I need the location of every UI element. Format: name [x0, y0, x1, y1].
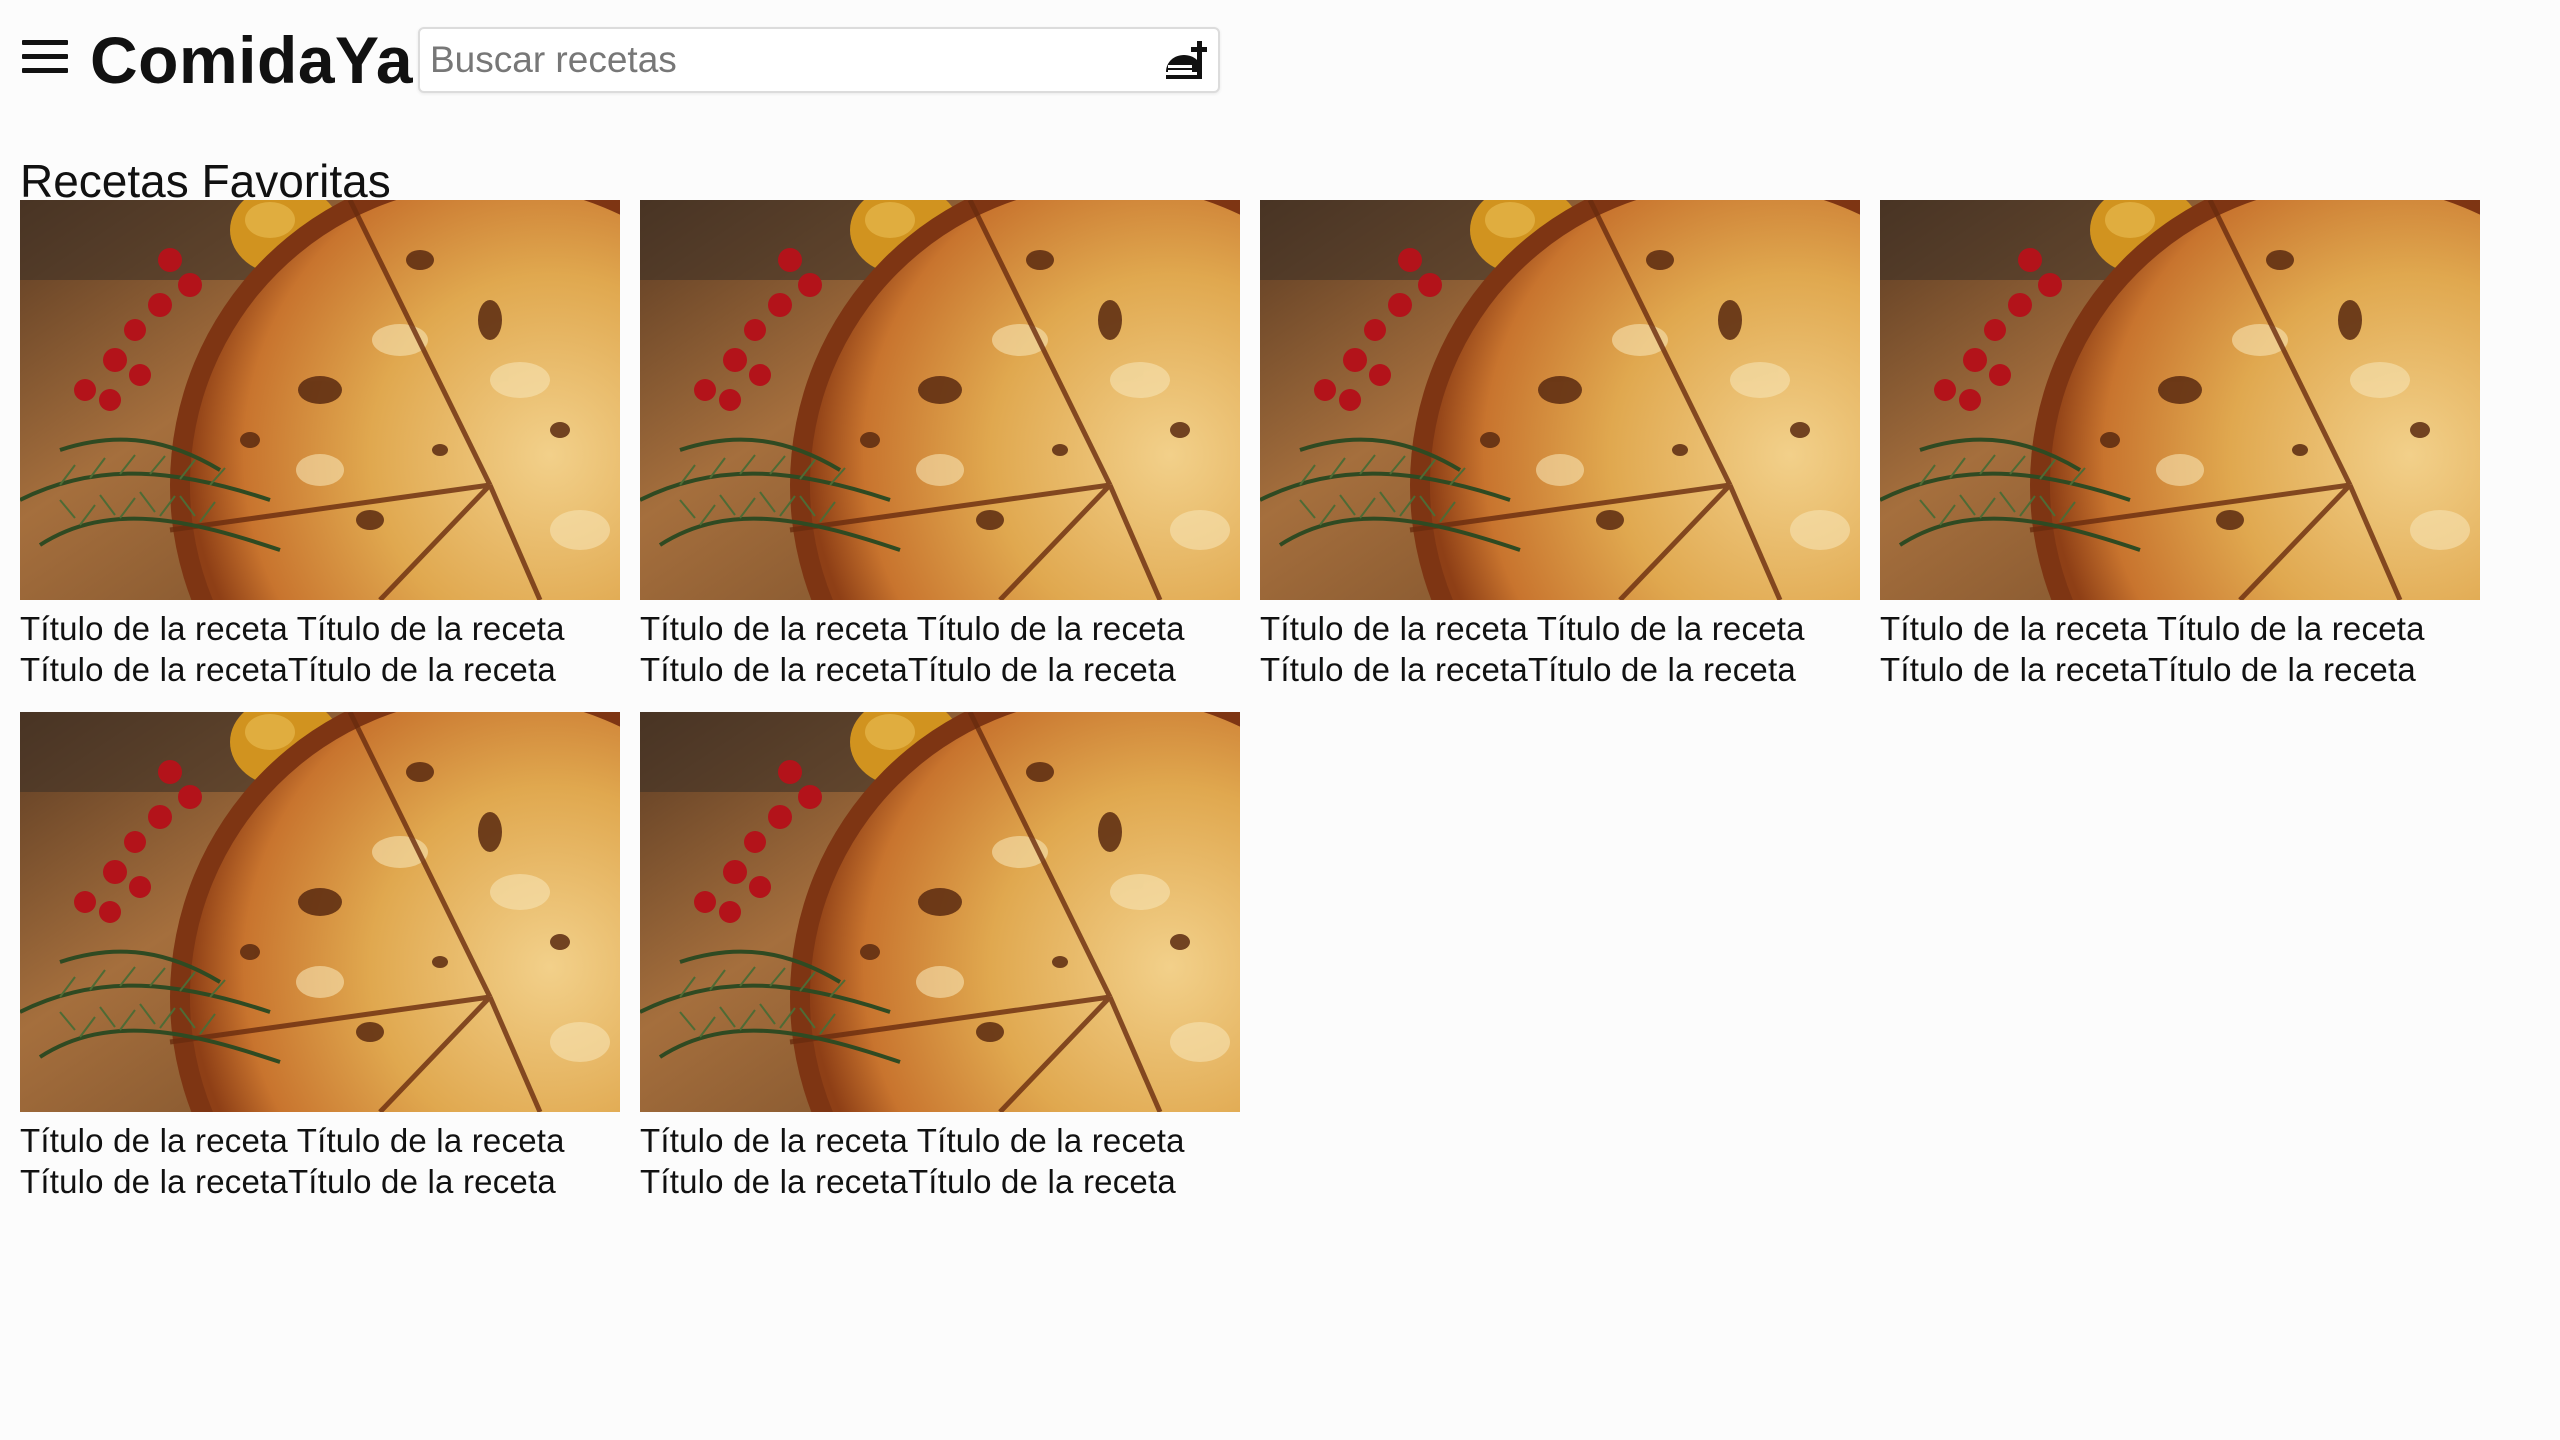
recipe-image[interactable] [1260, 200, 1860, 600]
search-box [418, 27, 1220, 93]
recipe-card[interactable]: Título de la receta Título de la receta … [20, 200, 620, 690]
recipe-image[interactable] [20, 200, 620, 600]
recipe-card[interactable]: Título de la receta Título de la receta … [640, 200, 1240, 690]
recipe-card[interactable]: Título de la receta Título de la receta … [1880, 200, 2480, 690]
recipe-card[interactable]: Título de la receta Título de la receta … [20, 712, 620, 1202]
recipe-title[interactable]: Título de la receta Título de la receta … [1880, 608, 2480, 690]
recipe-title[interactable]: Título de la receta Título de la receta … [1260, 608, 1860, 690]
menu-icon[interactable] [20, 40, 70, 76]
search-input[interactable] [430, 35, 1130, 85]
recipe-card[interactable]: Título de la receta Título de la receta … [1260, 200, 1860, 690]
food-serving-icon[interactable] [1160, 35, 1210, 85]
recipe-image[interactable] [640, 712, 1240, 1112]
recipe-image[interactable] [20, 712, 620, 1112]
recipe-card[interactable]: Título de la receta Título de la receta … [640, 712, 1240, 1202]
app-title: ComidaYa [90, 23, 414, 97]
recipe-title[interactable]: Título de la receta Título de la receta … [20, 1120, 620, 1202]
recipe-title[interactable]: Título de la receta Título de la receta … [20, 608, 620, 690]
recipe-title[interactable]: Título de la receta Título de la receta … [640, 608, 1240, 690]
recipe-image[interactable] [1880, 200, 2480, 600]
recipe-title[interactable]: Título de la receta Título de la receta … [640, 1120, 1240, 1202]
recipe-image[interactable] [640, 200, 1240, 600]
top-bar: ComidaYa [0, 0, 1230, 98]
